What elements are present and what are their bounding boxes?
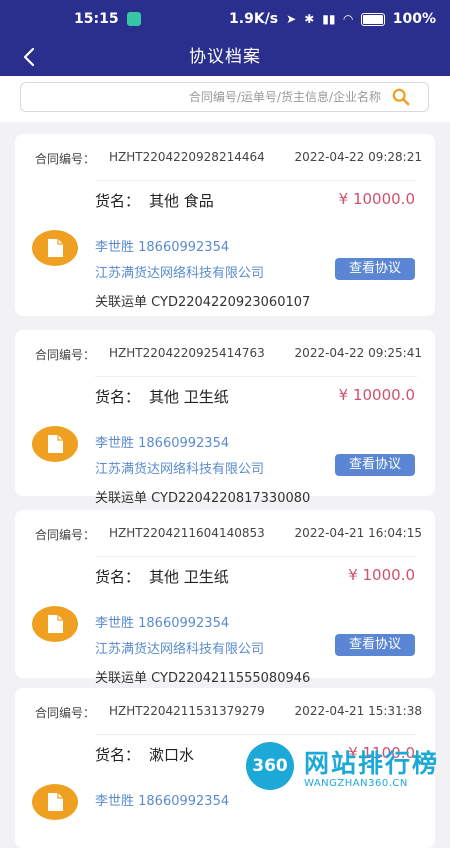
company-name: 江苏满货达网络科技有限公司 — [95, 462, 265, 477]
contract-no: HZHT2204220928214464 — [109, 150, 265, 164]
battery-icon — [360, 12, 385, 26]
card-divider — [95, 180, 417, 181]
search-input[interactable] — [21, 83, 389, 111]
waybill-no: CYD2204220817330080 — [151, 491, 311, 506]
contract-no: HZHT2204211604140853 — [109, 526, 265, 540]
waybill-no: CYD2204211555080946 — [151, 671, 311, 686]
status-bar: 15:15 1.9K/s ➤ ✱ ▮▮ ◠ 100% — [0, 0, 450, 38]
contract-no: HZHT2204211531379279 — [109, 704, 265, 718]
card-divider — [95, 376, 417, 377]
price: ¥ 10000.0 — [338, 386, 415, 404]
goods-label: 货名： — [95, 192, 141, 210]
bluetooth-icon: ✱ — [304, 12, 315, 26]
waybill-label: 关联运单 — [95, 491, 148, 506]
back-button[interactable] — [14, 42, 44, 72]
network-speed: 1.9K/s — [229, 11, 279, 27]
waybill-no: CYD2204220923060107 — [151, 295, 311, 310]
contract-no-label: 合同编号： — [35, 348, 96, 362]
document-icon — [32, 426, 78, 462]
agreement-card[interactable]: 合同编号： HZHT2204220925414763 2022-04-22 09… — [15, 330, 435, 506]
goods-label: 货名： — [95, 746, 141, 764]
contract-no-label: 合同编号： — [35, 706, 96, 720]
card-divider — [95, 556, 417, 557]
goods-name: 其他 卫生纸 — [149, 568, 229, 586]
company-name: 江苏满货达网络科技有限公司 — [95, 266, 265, 281]
contact-info[interactable]: 李世胜 18660992354 — [95, 432, 229, 451]
card-divider — [95, 734, 417, 735]
waybill-label: 关联运单 — [95, 295, 148, 310]
goods-name: 其他 食品 — [149, 192, 214, 210]
search-icon[interactable] — [392, 88, 410, 106]
card-header: 合同编号： HZHT2204220925414763 2022-04-22 09… — [15, 330, 435, 376]
wifi-icon: ◠ — [343, 12, 353, 26]
watermark-logo: 360 网站排行榜 WANGZHAN360.CN — [246, 740, 450, 800]
battery-level: 100% — [392, 11, 436, 27]
app-notification-icon — [126, 12, 141, 26]
document-icon — [32, 784, 78, 820]
agreement-card[interactable]: 合同编号： HZHT2204220928214464 2022-04-22 09… — [15, 134, 435, 316]
contract-no-label: 合同编号： — [35, 152, 96, 166]
contract-time: 2022-04-21 15:31:38 — [294, 704, 422, 718]
contract-no: HZHT2204220925414763 — [109, 346, 265, 360]
view-agreement-button[interactable]: 查看协议 — [335, 258, 415, 280]
nav-bar: 协议档案 — [0, 38, 450, 76]
linked-waybill: 关联运单 CYD2204220923060107 — [95, 291, 310, 310]
price: ¥ 1000.0 — [348, 566, 415, 584]
linked-waybill: 关联运单 CYD2204211555080946 — [95, 667, 310, 686]
watermark-name: 网站排行榜 — [304, 749, 440, 778]
contract-time: 2022-04-22 09:28:21 — [294, 150, 422, 164]
card-header: 合同编号： HZHT2204211604140853 2022-04-21 16… — [15, 510, 435, 556]
status-time: 15:15 — [74, 11, 119, 27]
goods-label: 货名： — [95, 388, 141, 406]
price: ¥ 10000.0 — [338, 190, 415, 208]
signal-icon: ▮▮ — [322, 12, 336, 26]
waybill-label: 关联运单 — [95, 671, 148, 686]
goods-name: 其他 卫生纸 — [149, 388, 229, 406]
contract-no-label: 合同编号： — [35, 528, 96, 542]
search-box — [20, 82, 429, 112]
agreement-card[interactable]: 合同编号： HZHT2204211604140853 2022-04-21 16… — [15, 510, 435, 686]
contact-info[interactable]: 李世胜 18660992354 — [95, 612, 229, 631]
watermark-url: WANGZHAN360.CN — [304, 778, 408, 789]
contact-info[interactable]: 李世胜 18660992354 — [95, 236, 229, 255]
location-icon: ➤ — [286, 12, 297, 26]
company-name: 江苏满货达网络科技有限公司 — [95, 642, 265, 657]
watermark-badge: 360 — [246, 742, 294, 790]
document-icon — [32, 230, 78, 266]
goods-label: 货名： — [95, 568, 141, 586]
contract-time: 2022-04-22 09:25:41 — [294, 346, 422, 360]
back-arrow-icon — [23, 47, 35, 67]
goods-name: 漱口水 — [149, 746, 195, 764]
search-area — [0, 76, 450, 122]
view-agreement-button[interactable]: 查看协议 — [335, 454, 415, 476]
contract-time: 2022-04-21 16:04:15 — [294, 526, 422, 540]
linked-waybill: 关联运单 CYD2204220817330080 — [95, 487, 310, 506]
card-header: 合同编号： HZHT2204220928214464 2022-04-22 09… — [15, 134, 435, 180]
view-agreement-button[interactable]: 查看协议 — [335, 634, 415, 656]
page-title: 协议档案 — [189, 47, 261, 67]
document-icon — [32, 606, 78, 642]
card-header: 合同编号： HZHT2204211531379279 2022-04-21 15… — [15, 688, 435, 734]
